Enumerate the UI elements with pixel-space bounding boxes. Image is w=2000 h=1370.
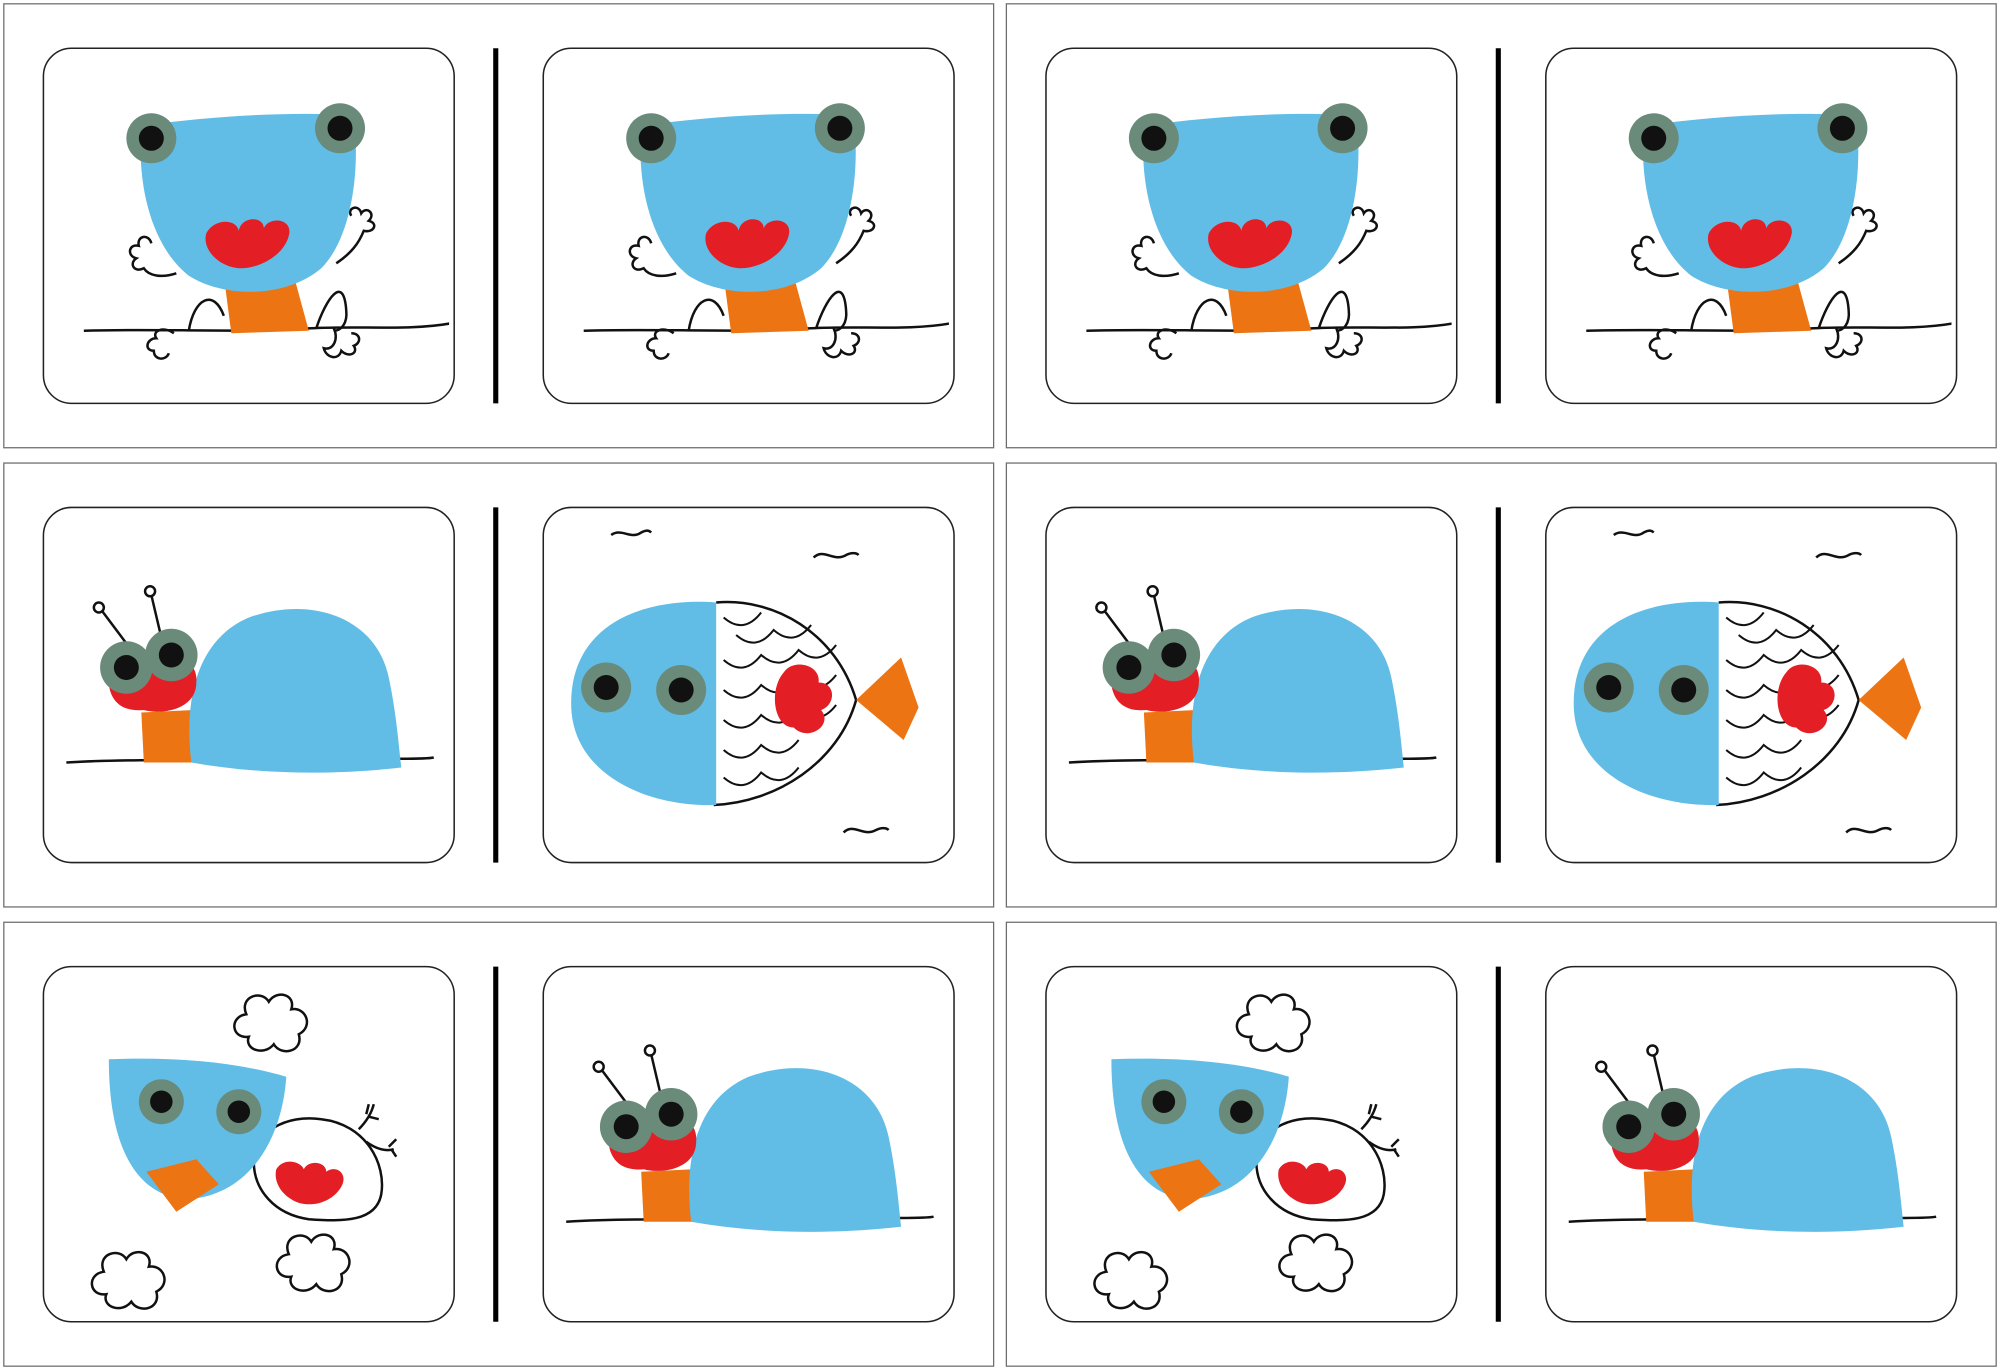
domino-card-right bbox=[542, 965, 955, 1323]
domino-card-right bbox=[1545, 47, 1958, 405]
domino-card-right bbox=[542, 506, 955, 864]
domino-card-left bbox=[42, 965, 455, 1323]
domino-card-left bbox=[1045, 47, 1458, 405]
domino-card-right bbox=[1545, 506, 1958, 864]
domino-4 bbox=[1005, 462, 1997, 908]
domino-2 bbox=[1005, 3, 1997, 449]
domino-1 bbox=[3, 3, 995, 449]
domino-6 bbox=[1005, 921, 1997, 1367]
domino-card-right bbox=[542, 47, 955, 405]
domino-card-left bbox=[42, 506, 455, 864]
domino-card-left bbox=[1045, 965, 1458, 1323]
domino-card-left bbox=[42, 47, 455, 405]
domino-5 bbox=[3, 921, 995, 1367]
domino-3 bbox=[3, 462, 995, 908]
domino-sheet bbox=[3, 3, 1997, 1367]
domino-card-right bbox=[1545, 965, 1958, 1323]
domino-card-left bbox=[1045, 506, 1458, 864]
